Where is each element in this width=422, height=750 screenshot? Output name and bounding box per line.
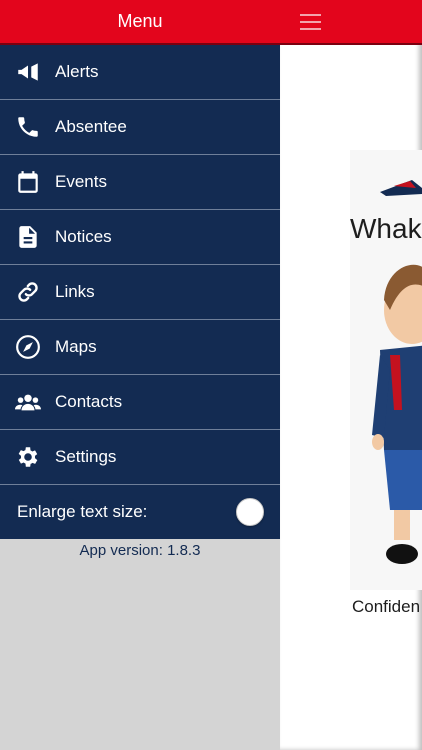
gear-icon	[14, 443, 42, 471]
megaphone-icon	[14, 58, 42, 86]
main-content: Whak Confiden	[280, 0, 422, 750]
menu-item-links[interactable]: Links	[0, 265, 280, 320]
hamburger-menu-icon[interactable]	[300, 13, 321, 30]
compass-icon	[14, 333, 42, 361]
menu-item-label: Absentee	[55, 117, 127, 136]
drawer-menu: Alerts Absentee Events Notices Links Map…	[0, 45, 280, 539]
drawer-title: Menu	[117, 11, 163, 31]
drawer-header: Menu	[0, 0, 280, 45]
enlarge-text-label: Enlarge text size:	[17, 502, 148, 521]
link-icon	[14, 278, 42, 306]
menu-item-notices[interactable]: Notices	[0, 210, 280, 265]
menu-item-alerts[interactable]: Alerts	[0, 45, 280, 100]
contacts-icon	[14, 388, 42, 416]
menu-item-settings[interactable]: Settings	[0, 430, 280, 485]
enlarge-text-row: Enlarge text size:	[0, 485, 280, 539]
enlarge-text-toggle[interactable]	[236, 498, 264, 526]
menu-item-label: Alerts	[55, 62, 99, 81]
content-header	[280, 0, 422, 45]
menu-item-label: Contacts	[55, 392, 123, 411]
menu-item-label: Events	[55, 172, 107, 191]
menu-item-absentee[interactable]: Absentee	[0, 100, 280, 155]
document-icon	[14, 223, 42, 251]
menu-item-contacts[interactable]: Contacts	[0, 375, 280, 430]
app-version: App version: 1.8.3	[79, 542, 201, 559]
menu-item-label: Links	[55, 282, 95, 301]
poster-title: Whak	[350, 213, 422, 244]
menu-item-events[interactable]: Events	[0, 155, 280, 210]
menu-item-label: Maps	[55, 337, 97, 356]
side-drawer: Menu Alerts Absentee Events Notices Link…	[0, 0, 280, 750]
menu-item-label: Notices	[55, 227, 112, 246]
menu-item-maps[interactable]: Maps	[0, 320, 280, 375]
poster-caption: Confiden	[352, 597, 421, 616]
phone-icon	[14, 113, 42, 141]
calendar-icon	[14, 168, 42, 196]
menu-item-label: Settings	[55, 447, 117, 466]
